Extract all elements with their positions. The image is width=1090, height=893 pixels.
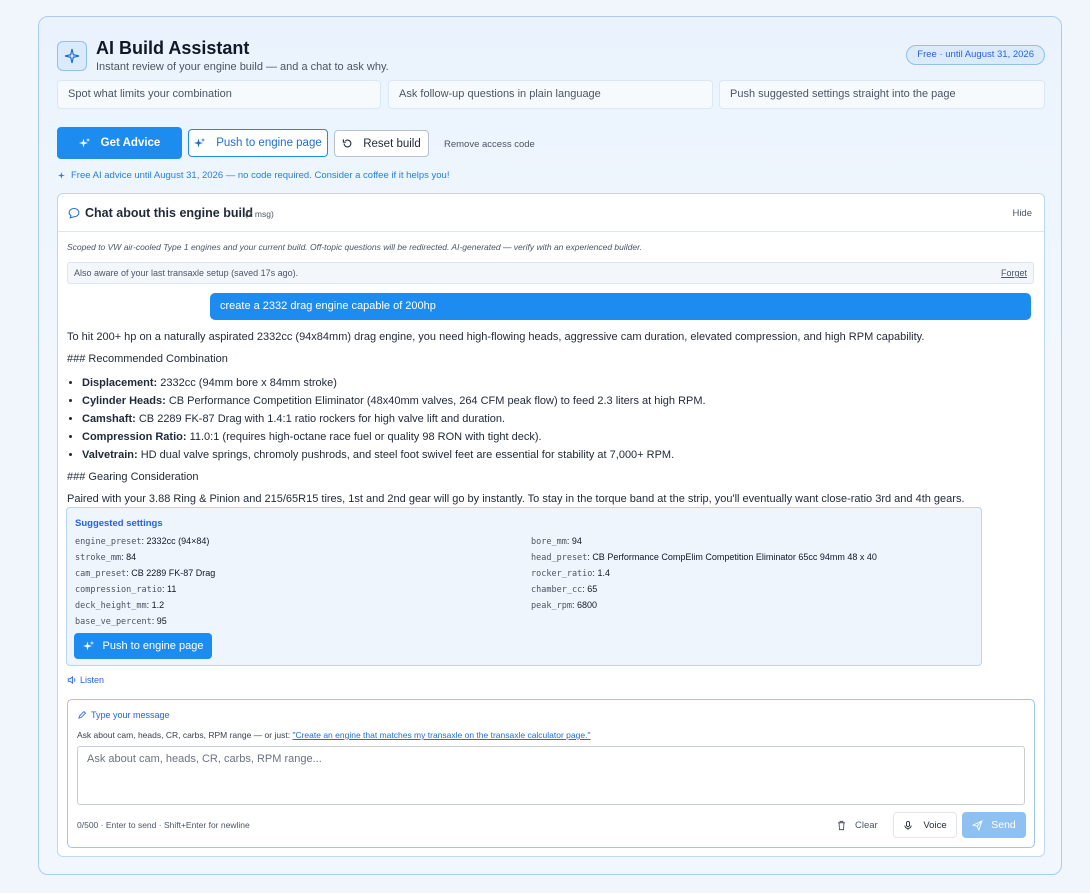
setting-rocker-ratio: rocker_ratio: 1.4 [531,568,610,579]
chat-panel: Chat about this engine build (2 msg) Hid… [57,193,1045,857]
list-item: Compression Ratio: 11.0:1 (requires high… [82,428,1027,446]
feature-limits: Spot what limits your combination [57,80,381,109]
forget-link[interactable]: Forget [1001,268,1027,278]
suggested-settings: Suggested settings engine_preset: 2332cc… [66,507,982,666]
reply-heading-gearing: ### Gearing Consideration [67,471,199,483]
message-count: (2 msg) [245,209,274,219]
free-advice-note: Free AI advice until August 31, 2026 — n… [58,170,449,181]
list-item: Valvetrain: HD dual valve springs, chrom… [82,446,1027,464]
reply-intro: To hit 200+ hp on a naturally aspirated … [67,331,925,343]
send-icon [972,819,983,831]
remove-access-code-link[interactable]: Remove access code [444,139,535,150]
scope-note: Scoped to VW air-cooled Type 1 engines a… [67,242,642,252]
setting-base-ve: base_ve_percent: 95 [75,616,167,627]
push-suggested-label: Push to engine page [102,640,204,652]
trash-icon [838,820,845,830]
hide-chat-button[interactable]: Hide [1012,208,1032,219]
transaxle-suggestion-link[interactable]: "Create an engine that matches my transa… [292,730,590,740]
microphone-icon [904,820,912,830]
transaxle-aware-bar: Also aware of your last transaxle setup … [67,262,1034,284]
composer-hint: Ask about cam, heads, CR, carbs, RPM ran… [77,730,591,740]
setting-bore-mm: bore_mm: 94 [531,536,582,547]
setting-deck-height: deck_height_mm: 1.2 [75,600,165,611]
sparkle-icon [194,137,206,148]
list-item: Camshaft: CB 2289 FK-87 Drag with 1.4:1 … [82,410,1027,428]
page-subtitle: Instant review of your engine build — an… [96,61,389,73]
ai-build-assistant-card: AI Build Assistant Instant review of you… [38,16,1062,875]
assistant-reply: To hit 200+ hp on a naturally aspirated … [67,330,1027,514]
list-item: Cylinder Heads: CB Performance Competiti… [82,392,1027,410]
pencil-icon [78,710,87,719]
clear-button[interactable]: Clear [836,812,888,838]
setting-stroke-mm: stroke_mm: 84 [75,552,137,563]
push-suggested-button[interactable]: Push to engine page [74,633,212,659]
transaxle-aware-text: Also aware of your last transaxle setup … [74,268,299,278]
get-advice-button[interactable]: Get Advice [57,127,182,159]
reply-list: Displacement: 2332cc (94mm bore x 84mm s… [82,374,1027,464]
composer-label: Type your message [77,710,170,720]
message-composer: Type your message Ask about cam, heads, … [67,699,1035,848]
reply-outro: Paired with your 3.88 Ring & Pinion and … [67,493,965,505]
reply-heading-combination: ### Recommended Combination [67,353,228,365]
voice-button[interactable]: Voice [893,812,957,838]
get-advice-label: Get Advice [100,137,161,149]
list-item: Displacement: 2332cc (94mm bore x 84mm s… [82,374,1027,392]
setting-engine-preset: engine_preset: 2332cc (94×84) [75,536,210,547]
setting-cam-preset: cam_preset: CB 2289 FK-87 Drag [75,568,216,579]
sparkle-icon [57,41,87,71]
setting-peak-rpm: peak_rpm: 6800 [531,600,597,611]
setting-head-preset: head_preset: CB Performance CompElim Com… [531,552,877,563]
page-title: AI Build Assistant [96,38,250,58]
sparkle-icon [82,640,94,651]
listen-button[interactable]: Listen [67,675,104,685]
feature-followup: Ask follow-up questions in plain languag… [388,80,713,109]
sparkle-icon [78,137,90,148]
char-counter: 0/500 · Enter to send · Shift+Enter for … [77,820,250,830]
message-input[interactable] [77,746,1025,805]
chat-bubble-icon [68,207,80,219]
setting-chamber-cc: chamber_cc: 65 [531,584,598,595]
suggested-settings-title: Suggested settings [75,518,163,529]
setting-compression-ratio: compression_ratio: 11 [75,584,177,595]
user-message: create a 2332 drag engine capable of 200… [210,293,1031,320]
free-badge: Free · until August 31, 2026 [906,45,1045,65]
reset-icon [343,139,352,148]
sparkle-icon [58,172,65,179]
chat-title: Chat about this engine build [85,206,254,220]
reset-build-button[interactable]: Reset build [334,130,429,157]
free-note-text: Free AI advice until August 31, 2026 — n… [71,170,450,181]
push-to-engine-label: Push to engine page [216,137,322,149]
chat-header: Chat about this engine build (2 msg) Hid… [58,194,1044,232]
listen-label: Listen [80,675,105,685]
push-to-engine-button[interactable]: Push to engine page [188,129,328,157]
reset-build-label: Reset build [363,137,421,150]
speaker-icon [67,676,76,684]
send-button[interactable]: Send [962,812,1026,838]
feature-push: Push suggested settings straight into th… [719,80,1045,109]
